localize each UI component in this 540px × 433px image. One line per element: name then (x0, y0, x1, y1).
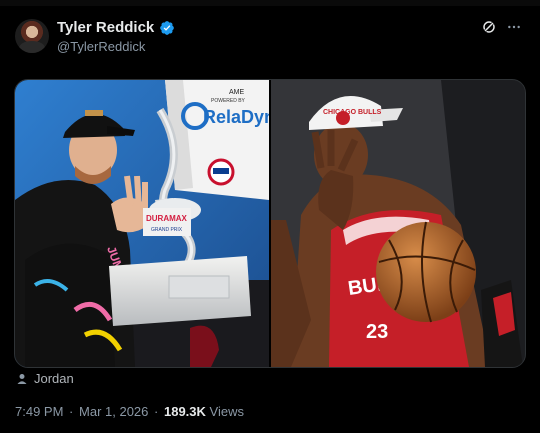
driver-trophy-photo: AME POWERED BY RelaDyne JUMP CASH (15, 80, 269, 367)
views-count[interactable]: 189.3K (164, 404, 206, 419)
post-time[interactable]: 7:49 PM (15, 404, 63, 419)
media-caption[interactable]: Jordan (34, 371, 74, 386)
verified-badge-icon (160, 20, 175, 35)
trophy-text: DURAMAX (146, 214, 188, 223)
banner-top-text: AME (229, 89, 245, 96)
meta-separator-2: · (154, 404, 159, 419)
more-options-icon[interactable] (506, 19, 522, 35)
banner-powered-text: POWERED BY (211, 98, 246, 104)
basketball-player-photo: BULLS 23 CHICAGO BULLS (271, 80, 525, 367)
author-avatar[interactable] (15, 19, 49, 53)
author-name-row: Tyler Reddick (57, 19, 175, 36)
grok-icon[interactable] (481, 19, 497, 35)
post-media-grid: AME POWERED BY RelaDyne JUMP CASH (14, 79, 526, 368)
meta-separator: · (69, 404, 74, 419)
trophy-subtext: GRAND PRIX (151, 227, 183, 233)
views-label: Views (209, 404, 244, 419)
cap-text: CHICAGO BULLS (323, 109, 382, 116)
jersey-number: 23 (366, 321, 388, 343)
person-icon (17, 373, 27, 384)
author-handle[interactable]: @TylerReddick (57, 39, 145, 54)
post-meta-row: 7:49 PM · Mar 1, 2026 · 189.3K Views (15, 404, 244, 419)
top-divider (0, 0, 540, 6)
media-image-left[interactable]: AME POWERED BY RelaDyne JUMP CASH (15, 80, 269, 367)
post-date[interactable]: Mar 1, 2026 (79, 404, 148, 419)
media-caption-row: Jordan (16, 371, 74, 386)
media-image-right[interactable]: BULLS 23 CHICAGO BULLS (271, 80, 525, 367)
banner-brand-text: RelaDyne (203, 107, 269, 127)
author-name[interactable]: Tyler Reddick (57, 19, 154, 36)
